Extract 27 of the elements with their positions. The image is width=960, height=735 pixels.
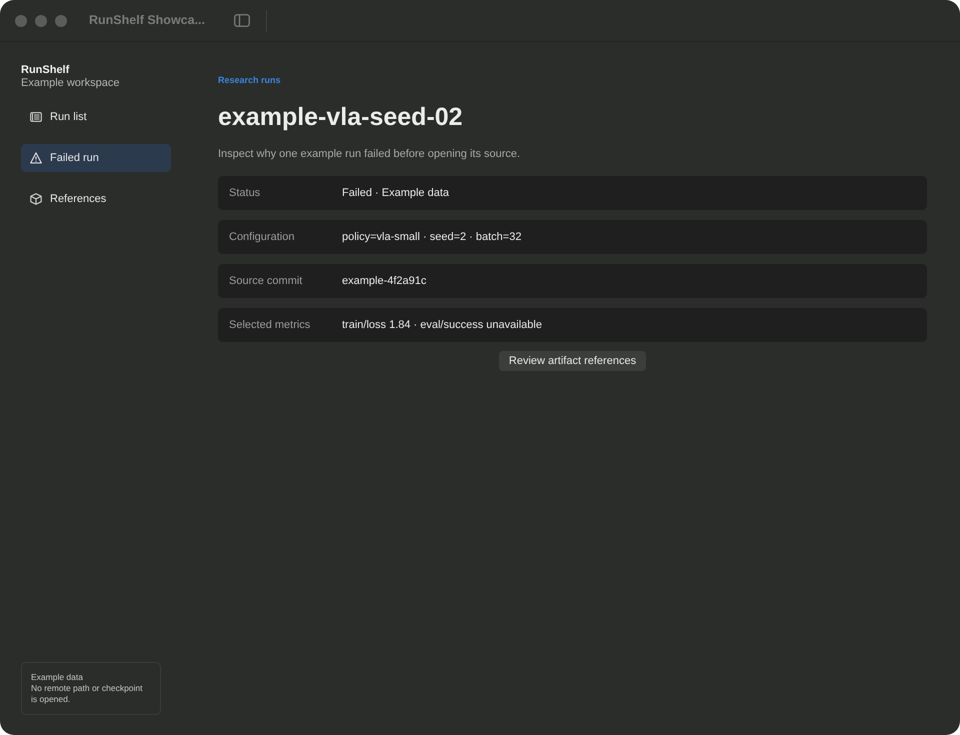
page-heading: example-vla-seed-02 (218, 102, 464, 132)
page-subtitle: Inspect why one example run failed before opening its source. (218, 147, 522, 161)
sidebar-toggle-icon[interactable] (234, 14, 250, 27)
window-title: RunShelf Showca... (89, 12, 205, 30)
detail-value: policy=vla-small · seed=2 · batch=32 (342, 230, 522, 245)
detail-label: Configuration (229, 230, 296, 245)
detail-label: Source commit (229, 274, 304, 289)
info-title: Example data (31, 672, 84, 683)
detail-label: Status (229, 186, 262, 201)
sidebar-item[interactable]: Failed run (21, 144, 171, 172)
info-note: No remote path or checkpoint is opened. (31, 683, 144, 705)
workspace-name: Example workspace (21, 77, 120, 90)
app-name: RunShelf (21, 64, 70, 77)
review-references-button[interactable]: Review artifact references (498, 351, 646, 371)
breadcrumb-link[interactable]: Research runs (218, 74, 281, 88)
sidebar-item[interactable]: References (21, 185, 171, 213)
detail-label: Selected metrics (229, 318, 312, 333)
warning-icon (30, 152, 42, 164)
zoom-window-icon[interactable] (55, 14, 67, 26)
detail-value: Failed · Example data (342, 186, 449, 201)
sidebar-item[interactable]: Run list (21, 103, 171, 131)
detail-value: example-4f2a91c (342, 274, 426, 289)
close-window-icon[interactable] (15, 14, 27, 26)
minimize-window-icon[interactable] (35, 14, 47, 26)
list-icon (30, 111, 42, 123)
cube-icon (30, 193, 42, 205)
detail-value: train/loss 1.84 · eval/success unavailable (342, 318, 542, 333)
